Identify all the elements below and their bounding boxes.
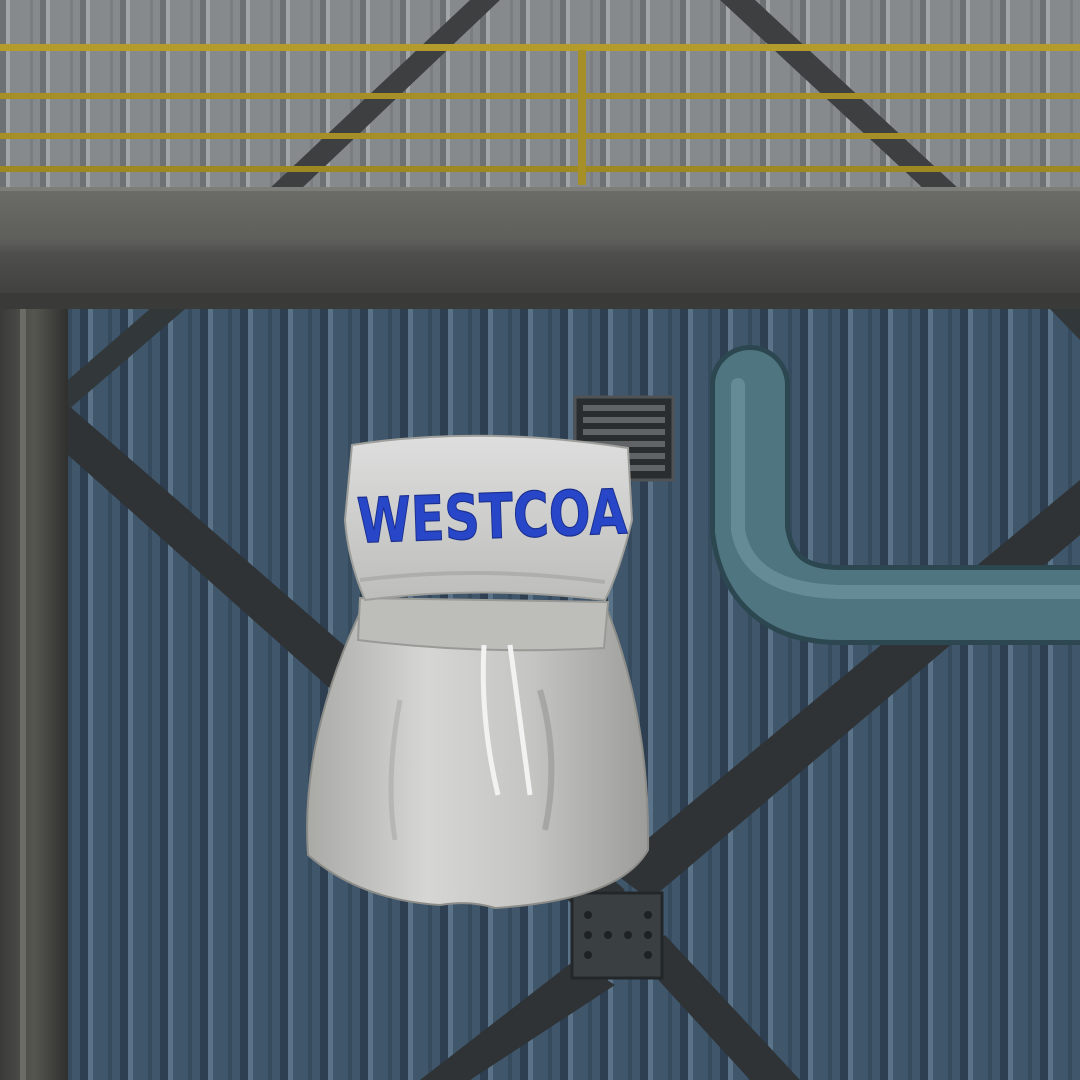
garment: WESTCOA — [306, 434, 650, 910]
concrete-beam — [0, 187, 1080, 309]
beam-highlight — [0, 187, 1080, 191]
garment-waistband — [356, 596, 610, 652]
garment-print-text: WESTCOA — [356, 475, 628, 557]
beam-underside — [0, 293, 1080, 309]
scene-canvas: WESTCOA — [0, 0, 1080, 1080]
gusset-plate — [570, 891, 664, 980]
game-scene: WESTCOA — [0, 0, 1080, 1080]
garment-shorts — [306, 606, 650, 910]
steel-column — [0, 309, 68, 1080]
column-edge — [20, 309, 26, 1080]
